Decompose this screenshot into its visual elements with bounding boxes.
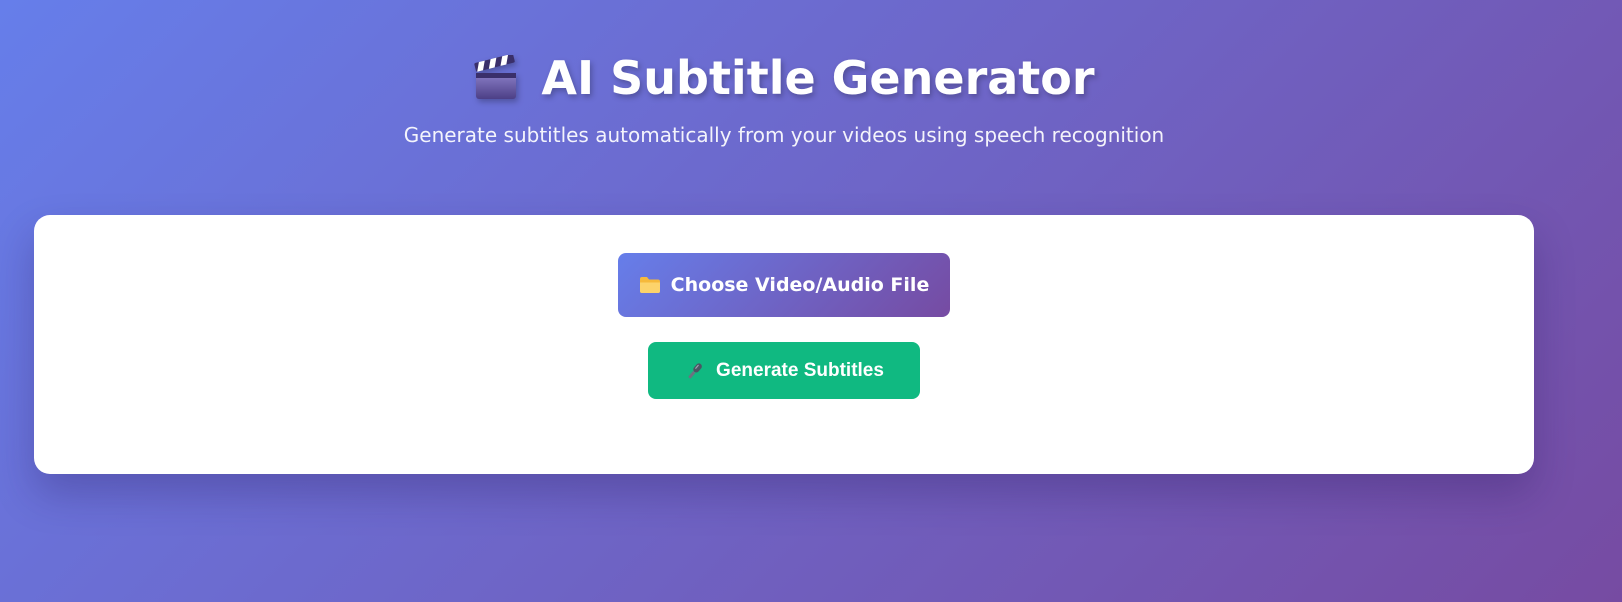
clapperboard-icon [473, 53, 519, 101]
choose-file-label: Choose Video/Audio File [670, 274, 930, 296]
microphone-icon [684, 360, 706, 382]
page-header: AI Subtitle Generator Generate subtitles… [0, 48, 1568, 148]
folder-icon [639, 275, 661, 295]
page-subtitle: Generate subtitles automatically from yo… [403, 123, 1165, 147]
generate-label: Generate Subtitles [716, 359, 884, 381]
choose-file-button[interactable]: Choose Video/Audio File [618, 253, 950, 317]
page-title-text: AI Subtitle Generator [541, 51, 1095, 105]
upload-card: Choose Video/Audio File Generate Subtitl… [34, 215, 1534, 474]
page-title: AI Subtitle Generator [473, 48, 1095, 108]
generate-subtitles-button[interactable]: Generate Subtitles [648, 342, 920, 399]
